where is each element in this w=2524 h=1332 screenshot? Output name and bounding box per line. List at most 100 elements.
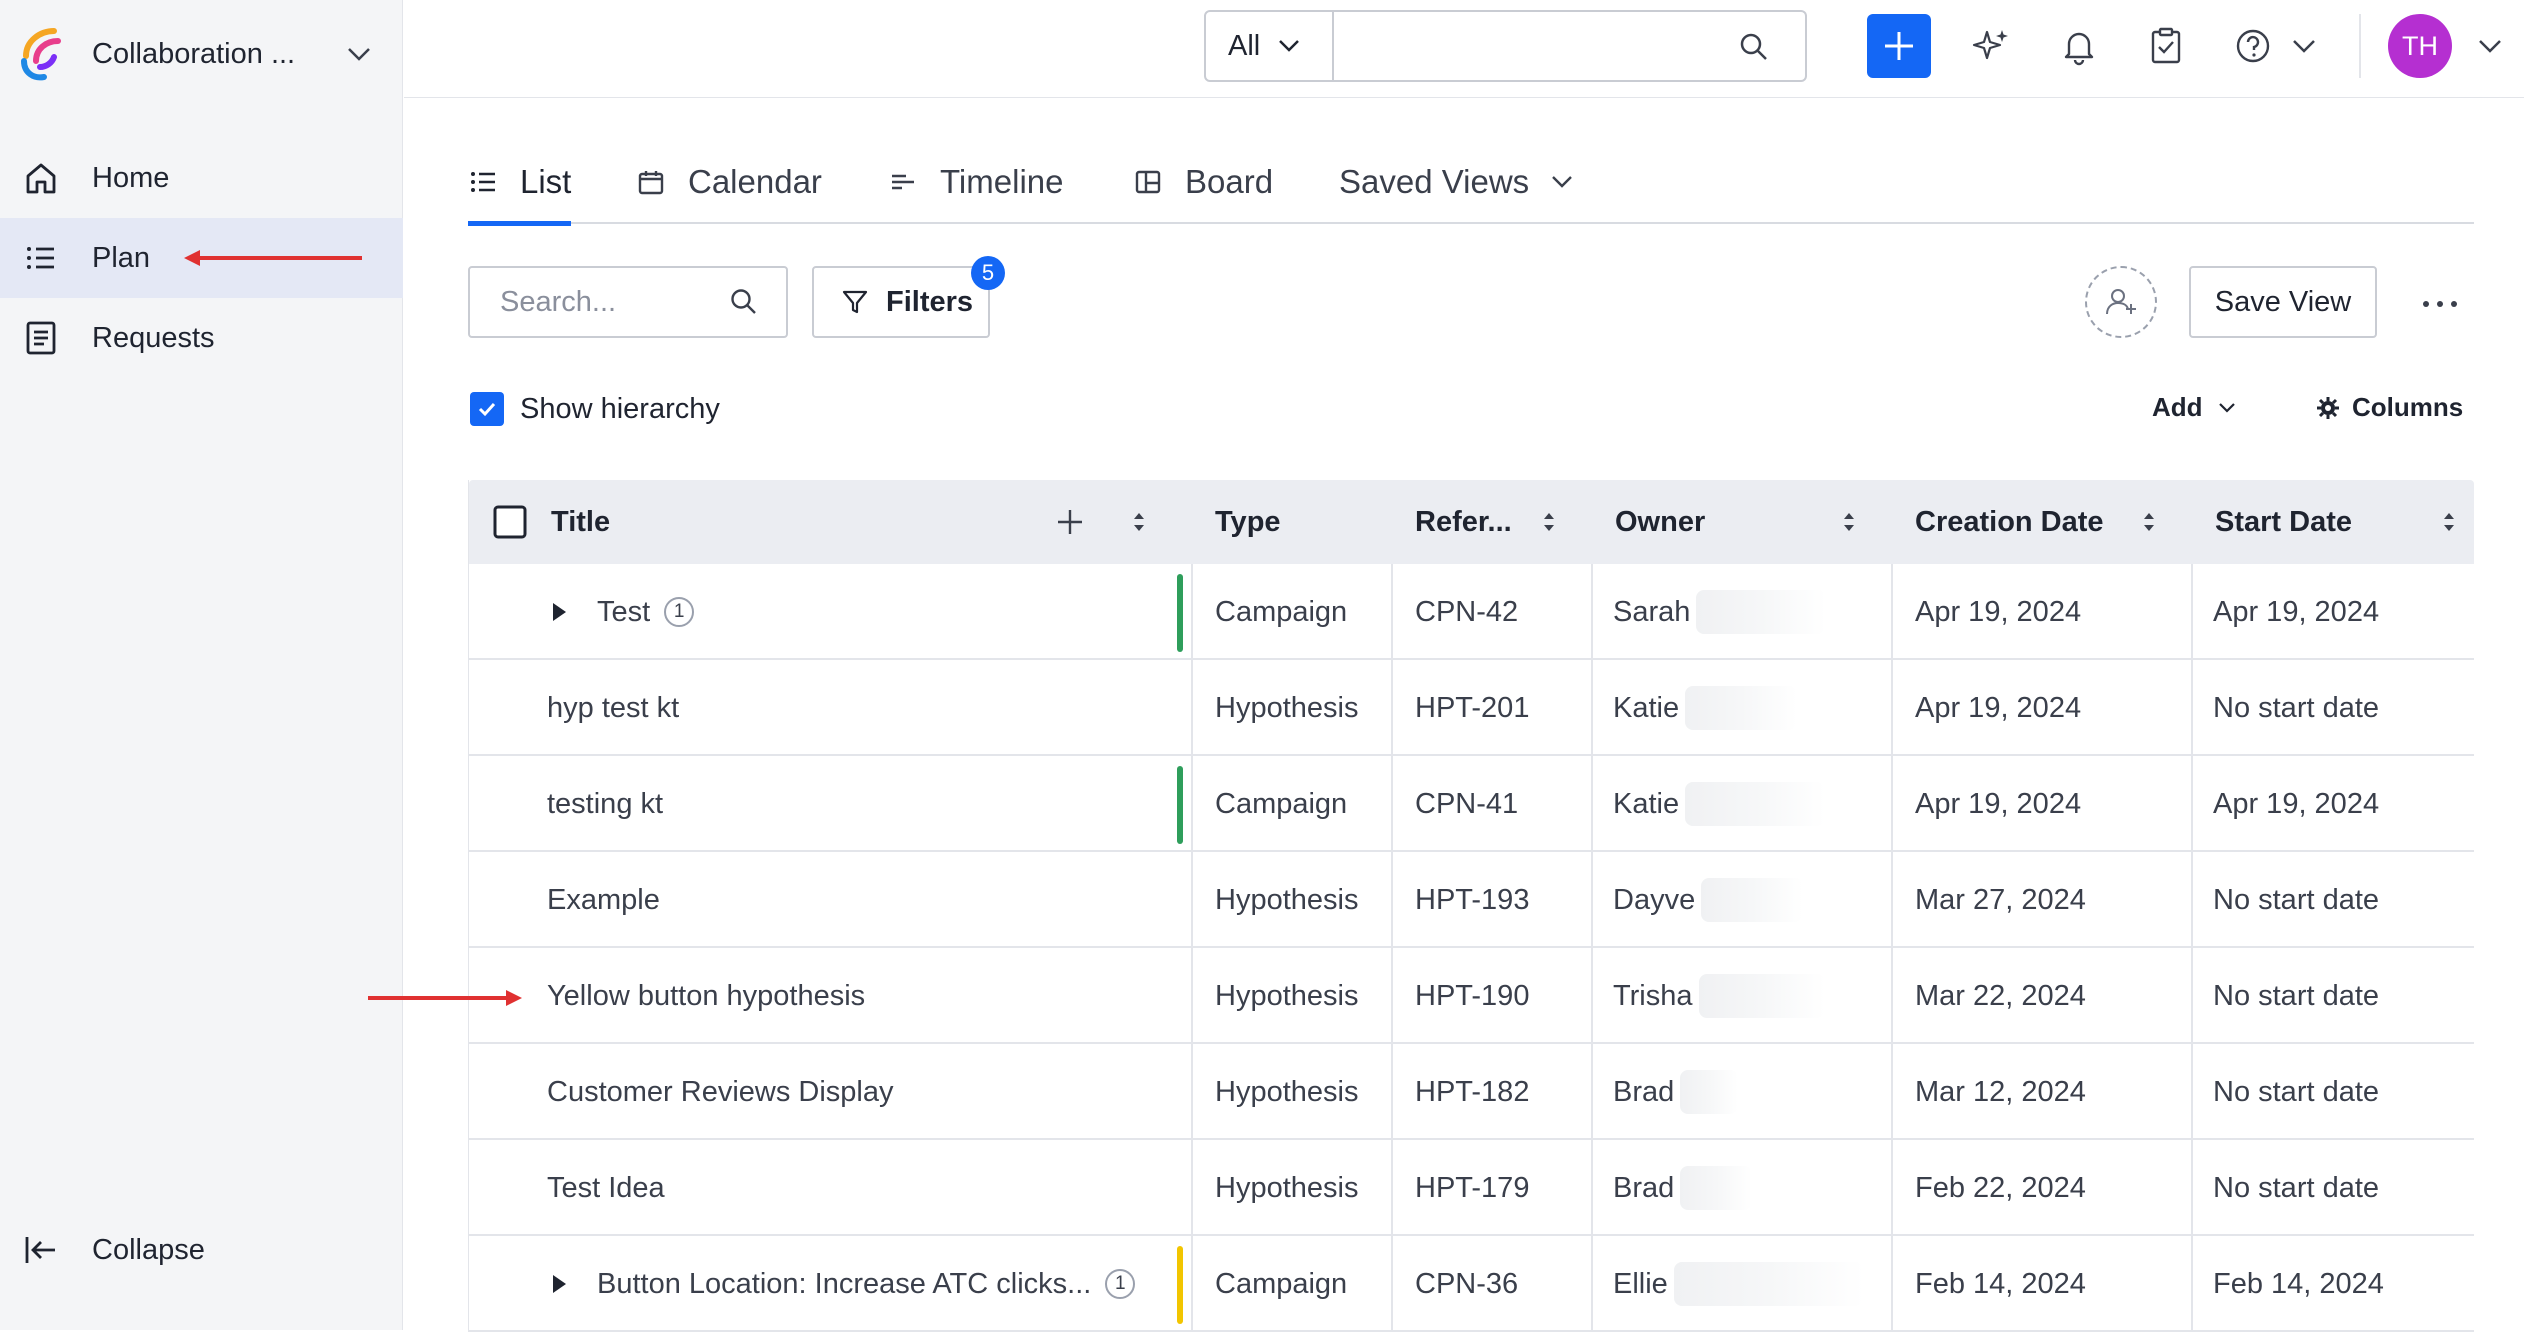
row-creation-date: Mar 12, 2024 [1915, 1075, 2086, 1108]
row-start-date: Apr 19, 2024 [2213, 595, 2380, 628]
add-collaborator-button[interactable] [2085, 266, 2157, 338]
global-search-input[interactable] [1333, 10, 1807, 82]
tab-timeline[interactable]: Timeline [888, 140, 1063, 224]
row-owner-cell[interactable]: Katie [1613, 756, 1826, 852]
user-avatar[interactable]: TH [2388, 14, 2452, 78]
table-row[interactable]: Customer Reviews Display Hypothesis HPT-1… [469, 1044, 2474, 1140]
redacted-surname [1685, 782, 1826, 826]
column-header-type[interactable]: Type [1215, 480, 1281, 564]
row-reference[interactable]: CPN-42 [1415, 564, 1518, 660]
row-title-cell[interactable]: Yellow button hypothesis [547, 948, 865, 1044]
row-reference[interactable]: HPT-182 [1415, 1044, 1529, 1140]
checkbox-checked-icon[interactable] [470, 392, 504, 426]
column-header-reference[interactable]: Refer... [1415, 480, 1512, 564]
row-owner-cell[interactable]: Trisha [1613, 948, 1825, 1044]
row-owner-cell[interactable]: Brad [1613, 1044, 1739, 1140]
table-row[interactable]: Example Hypothesis HPT-193 Dayve Mar 27, … [469, 852, 2474, 948]
row-start-date: No start date [2213, 1075, 2380, 1108]
sidebar-item-requests[interactable]: Requests [0, 298, 403, 378]
column-header-start-date[interactable]: Start Date [2215, 480, 2352, 564]
row-reference[interactable]: CPN-36 [1415, 1236, 1518, 1332]
table-row[interactable]: hyp test kt Hypothesis HPT-201 Katie Apr … [469, 660, 2474, 756]
tab-label: Timeline [940, 163, 1064, 200]
row-title-cell[interactable]: Example [547, 852, 660, 948]
column-divider [1591, 948, 1593, 1044]
row-owner-cell[interactable]: Ellie [1613, 1236, 1864, 1332]
expand-caret-icon[interactable] [549, 1236, 569, 1332]
row-reference[interactable]: HPT-190 [1415, 948, 1529, 1044]
expand-caret-icon[interactable] [549, 564, 569, 660]
clipboard-check-icon[interactable] [2146, 26, 2186, 66]
column-divider [1391, 660, 1393, 756]
tab-list[interactable]: List [468, 140, 572, 226]
row-owner-cell[interactable]: Brad [1613, 1140, 1753, 1236]
row-title-cell[interactable]: Test Idea [547, 1140, 665, 1236]
row-reference[interactable]: CPN-41 [1415, 756, 1518, 852]
sort-icon[interactable] [1541, 510, 1557, 534]
help-icon[interactable] [2233, 26, 2273, 66]
row-owner: Sarah [1613, 595, 1691, 628]
select-all-checkbox[interactable] [493, 480, 527, 564]
row-type: Hypothesis [1215, 883, 1359, 916]
board-icon [1135, 170, 1161, 194]
workspace-name: Collaboration ... [92, 37, 296, 70]
row-title-cell[interactable]: testing kt [547, 756, 663, 852]
collapse-sidebar-button[interactable]: Collapse [0, 1210, 403, 1290]
chevron-down-icon [1552, 176, 1573, 188]
redacted-surname [1701, 878, 1804, 922]
tab-calendar[interactable]: Calendar [636, 140, 822, 224]
sort-icon[interactable] [2141, 510, 2157, 534]
row-title-cell[interactable]: Test 1 [597, 564, 695, 660]
row-owner-cell[interactable]: Katie [1613, 660, 1798, 756]
column-divider [2191, 948, 2193, 1044]
table-row[interactable]: Test 1 Campaign CPN-42 Sarah Apr 19, 2024… [469, 564, 2474, 660]
column-divider [1591, 852, 1593, 948]
chevron-down-icon[interactable] [2470, 26, 2510, 66]
row-title-cell[interactable]: hyp test kt [547, 660, 679, 756]
collapse-label: Collapse [92, 1233, 205, 1266]
sidebar-item-home[interactable]: Home [0, 138, 403, 218]
column-divider [1891, 1044, 1893, 1140]
list-search-input[interactable]: Search... [468, 266, 788, 338]
column-header-title[interactable]: Title [551, 480, 610, 564]
sort-icon[interactable] [2441, 510, 2457, 534]
more-options-icon[interactable] [2418, 286, 2462, 322]
table-row[interactable]: Yellow button hypothesis Hypothesis HPT-1… [469, 948, 2474, 1044]
row-reference[interactable]: HPT-201 [1415, 660, 1529, 756]
row-title-cell[interactable]: Customer Reviews Display [547, 1044, 894, 1140]
filters-button[interactable]: Filters [812, 266, 990, 338]
sort-icon[interactable] [1131, 510, 1147, 534]
column-divider [2191, 852, 2193, 948]
table-row[interactable]: testing kt Campaign CPN-41 Katie Apr 19, … [469, 756, 2474, 852]
row-reference[interactable]: HPT-179 [1415, 1140, 1529, 1236]
column-header-creation-date[interactable]: Creation Date [1915, 480, 2104, 564]
row-creation-date: Mar 22, 2024 [1915, 979, 2086, 1012]
table-header: Title Type Refer... Owner Creation Date … [469, 480, 2474, 564]
columns-button[interactable]: Columns [2316, 392, 2463, 423]
tab-board[interactable]: Board [1133, 140, 1273, 224]
ai-sparkle-icon[interactable] [1971, 26, 2011, 66]
add-column-icon[interactable] [1055, 507, 1085, 537]
plus-icon [1885, 32, 1913, 60]
workspace-switcher[interactable]: Collaboration ... [0, 0, 403, 108]
search-scope-dropdown[interactable]: All [1204, 10, 1334, 82]
save-view-button[interactable]: Save View [2189, 266, 2377, 338]
column-divider [2191, 660, 2193, 756]
create-new-button[interactable] [1867, 14, 1931, 78]
add-user-icon [2106, 289, 2136, 315]
add-dropdown[interactable]: Add [2152, 392, 2239, 423]
row-owner-cell[interactable]: Dayve [1613, 852, 1804, 948]
row-reference[interactable]: HPT-193 [1415, 852, 1529, 948]
sort-icon[interactable] [1841, 510, 1857, 534]
row-title-cell[interactable]: Button Location: Increase ATC clicks... … [597, 1236, 1136, 1332]
row-owner-cell[interactable]: Sarah [1613, 564, 1827, 660]
table-row[interactable]: Button Location: Increase ATC clicks... … [469, 1236, 2474, 1332]
show-hierarchy-toggle[interactable]: Show hierarchy [470, 392, 720, 426]
chevron-down-icon[interactable] [2284, 26, 2324, 66]
column-divider [1391, 852, 1393, 948]
column-header-owner[interactable]: Owner [1615, 480, 1705, 564]
table-body: Test 1 Campaign CPN-42 Sarah Apr 19, 2024… [469, 564, 2474, 1332]
tab-saved-views[interactable]: Saved Views [1339, 140, 1599, 224]
table-row[interactable]: Test Idea Hypothesis HPT-179 Brad Feb 22,… [469, 1140, 2474, 1236]
bell-icon[interactable] [2059, 26, 2099, 66]
